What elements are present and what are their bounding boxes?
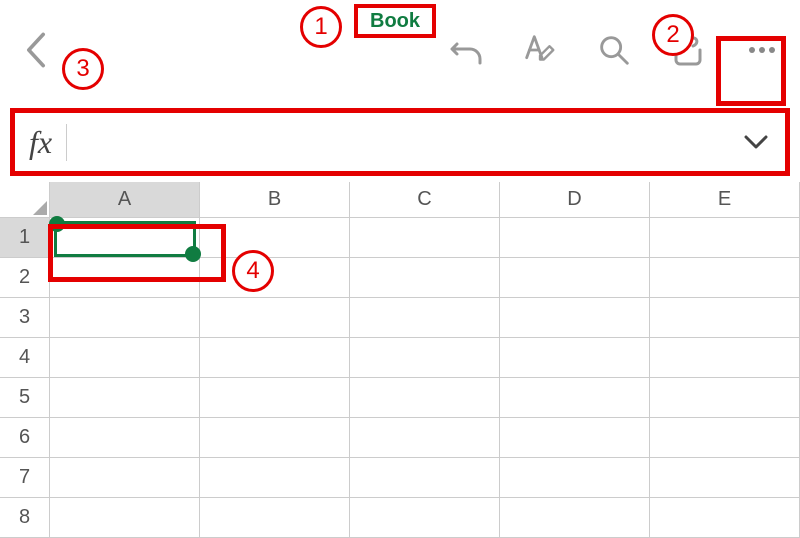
formula-input[interactable] <box>67 122 741 162</box>
row-header-2[interactable]: 2 <box>0 258 50 298</box>
undo-button[interactable] <box>444 28 488 72</box>
column-headers: A B C D E <box>0 182 800 218</box>
column-header-B[interactable]: B <box>200 182 350 217</box>
text-pen-icon <box>521 31 559 69</box>
row-header-5[interactable]: 5 <box>0 378 50 418</box>
cells-region[interactable] <box>50 218 800 538</box>
row-header-4[interactable]: 4 <box>0 338 50 378</box>
chevron-left-icon <box>22 32 50 68</box>
share-icon <box>668 30 708 70</box>
column-header-C[interactable]: C <box>350 182 500 217</box>
column-header-E[interactable]: E <box>650 182 800 217</box>
back-button[interactable] <box>16 30 56 70</box>
row-header-8[interactable]: 8 <box>0 498 50 538</box>
formula-bar: fx <box>10 108 790 176</box>
row-header-3[interactable]: 3 <box>0 298 50 338</box>
ellipsis-icon <box>742 30 782 70</box>
fx-label: fx <box>29 124 67 161</box>
column-header-A[interactable]: A <box>50 182 200 217</box>
corner-triangle-icon <box>33 201 47 215</box>
column-header-D[interactable]: D <box>500 182 650 217</box>
row-headers: 1 2 3 4 5 6 7 8 <box>0 218 50 538</box>
search-icon <box>595 31 633 69</box>
toolbar: Book <box>0 0 800 100</box>
row-header-6[interactable]: 6 <box>0 418 50 458</box>
spreadsheet-grid: A B C D E 1 2 3 4 5 6 7 8 <box>0 182 800 538</box>
formula-expand-button[interactable] <box>741 127 771 157</box>
share-button[interactable] <box>666 28 710 72</box>
chevron-down-icon <box>744 134 768 150</box>
more-button[interactable] <box>740 28 784 72</box>
workbook-title[interactable]: Book <box>354 4 436 38</box>
row-header-7[interactable]: 7 <box>0 458 50 498</box>
undo-icon <box>446 30 486 70</box>
search-button[interactable] <box>592 28 636 72</box>
workbook-title-text: Book <box>370 10 420 33</box>
row-header-1[interactable]: 1 <box>0 218 50 258</box>
format-button[interactable] <box>518 28 562 72</box>
select-all-corner[interactable] <box>0 182 50 217</box>
